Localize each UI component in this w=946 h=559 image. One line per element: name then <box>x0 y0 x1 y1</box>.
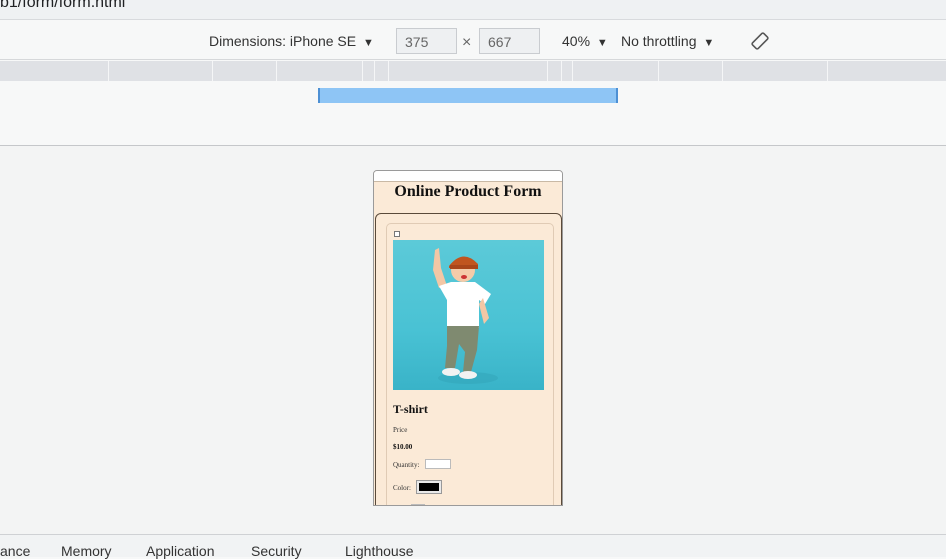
device-toolbar: Dimensions: iPhone SE ▼ 375 × 667 40% ▼ … <box>0 24 946 60</box>
color-label: Color: <box>393 484 411 492</box>
price-value: $10.00 <box>393 443 413 451</box>
times-icon: × <box>462 34 472 51</box>
media-query-ruler <box>0 61 946 81</box>
size-input[interactable] <box>411 504 425 505</box>
chevron-down-icon: ▼ <box>703 37 715 49</box>
viewport-top <box>374 171 562 182</box>
quantity-label: Quantity: <box>393 461 420 469</box>
address-bar[interactable]: b1/form/form.html <box>0 0 946 20</box>
price-label: Price <box>393 426 408 434</box>
throttling-select[interactable]: No throttling ▼ <box>621 33 714 49</box>
zoom-select[interactable]: 40% ▼ <box>562 33 608 49</box>
chevron-down-icon: ▼ <box>596 37 608 49</box>
width-input[interactable]: 375 <box>396 28 457 54</box>
rotate-icon[interactable] <box>750 31 770 51</box>
media-query-bar[interactable] <box>318 88 618 103</box>
url-text: b1/form/form.html <box>0 0 126 11</box>
dimensions-select[interactable]: Dimensions: iPhone SE ▼ <box>209 33 374 49</box>
product-image <box>393 240 544 390</box>
dimensions-label: Dimensions: iPhone SE <box>209 33 357 49</box>
chevron-down-icon: ▼ <box>362 37 374 49</box>
page-title: Online Product Form <box>394 183 542 200</box>
form-container: T-shirt Price $10.00 Quantity: Color: <box>375 213 562 505</box>
zoom-label: 40% <box>562 33 591 49</box>
throttling-label: No throttling <box>621 33 697 49</box>
product-card: T-shirt Price $10.00 Quantity: Color: <box>386 223 554 505</box>
select-checkbox[interactable] <box>394 231 400 237</box>
devtools-tabbar: ance Memory Application Security Lightho… <box>0 534 946 559</box>
height-input[interactable]: 667 <box>479 28 540 54</box>
product-name: T-shirt <box>393 402 428 416</box>
device-viewport: Online Product Form T-shirt Price $10.00… <box>373 170 563 506</box>
color-picker[interactable] <box>416 480 442 494</box>
quantity-input[interactable] <box>425 459 451 469</box>
